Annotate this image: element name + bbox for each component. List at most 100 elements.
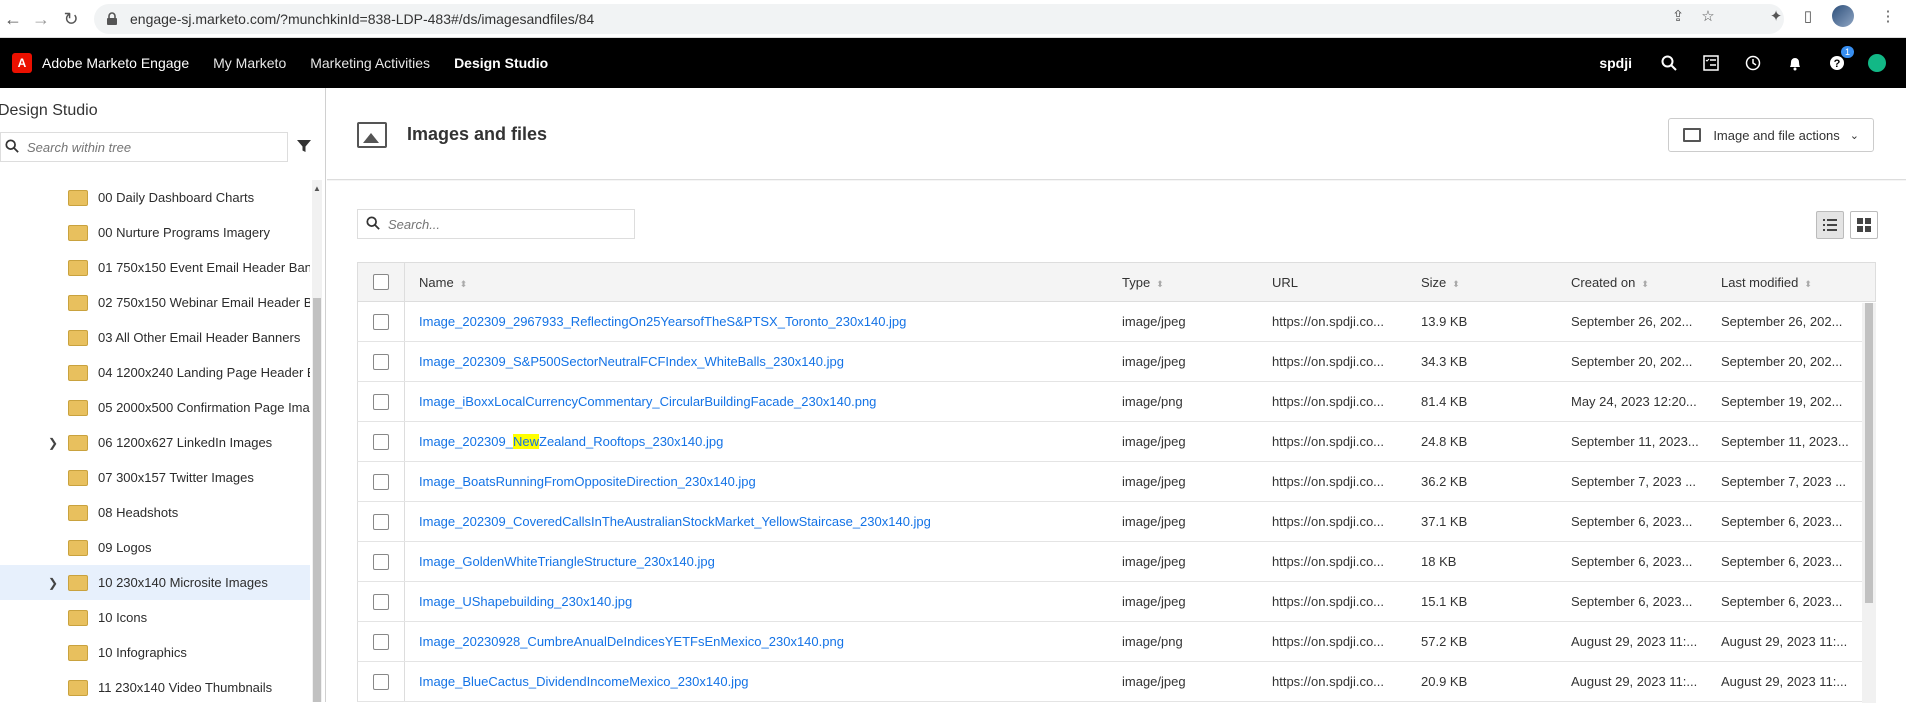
tree-folder-item[interactable]: 02 750x150 Webinar Email Header Ba: [0, 285, 310, 320]
row-checkbox[interactable]: [373, 393, 389, 410]
tree-folder-item[interactable]: 04 1200x240 Landing Page Header Ba: [0, 355, 310, 390]
col-type-header[interactable]: Type ⬍: [1122, 275, 1232, 290]
row-checkbox[interactable]: [373, 313, 389, 330]
row-checkbox[interactable]: [373, 513, 389, 530]
nav-design-studio[interactable]: Design Studio: [454, 55, 548, 71]
table-scroll-thumb[interactable]: [1865, 303, 1873, 603]
bell-icon[interactable]: [1784, 52, 1806, 74]
table-row[interactable]: Image_202309_S&P500SectorNeutralFCFIndex…: [357, 342, 1876, 382]
sidepanel-icon[interactable]: ▯: [1798, 6, 1818, 26]
tree-folder-item[interactable]: ❯ 06 1200x627 LinkedIn Images: [0, 425, 310, 460]
table-row[interactable]: Image_20230928_CumbreAnualDeIndicesYETFs…: [357, 622, 1876, 662]
table-row[interactable]: Image_202309_CoveredCallsInTheAustralian…: [357, 502, 1876, 542]
forward-icon[interactable]: →: [28, 6, 54, 32]
row-checkbox[interactable]: [373, 633, 389, 650]
table-row[interactable]: Image_iBoxxLocalCurrencyCommentary_Circu…: [357, 382, 1876, 422]
tree-folder-item[interactable]: 08 Headshots: [0, 495, 310, 530]
file-name-link[interactable]: Image_202309_2967933_ReflectingOn25Years…: [419, 314, 1109, 329]
reload-icon[interactable]: ↻: [58, 6, 84, 32]
row-checkbox[interactable]: [373, 593, 389, 610]
tree-folder-item[interactable]: ❯ 10 230x140 Microsite Images: [0, 565, 310, 600]
tree-folder-item[interactable]: 03 All Other Email Header Banners: [0, 320, 310, 355]
list-view-icon[interactable]: [1816, 211, 1844, 239]
extensions-icon[interactable]: ✦: [1766, 6, 1786, 26]
grid-view-icon[interactable]: [1850, 211, 1878, 239]
modified-date: September 11, 2023...: [1721, 434, 1849, 449]
star-icon[interactable]: ☆: [1698, 6, 1718, 26]
scroll-up-arrow-icon[interactable]: ▲: [313, 184, 321, 193]
col-name-header[interactable]: Name ⬍: [419, 275, 1109, 290]
file-name-link[interactable]: Image_iBoxxLocalCurrencyCommentary_Circu…: [419, 394, 1109, 409]
col-modified-header[interactable]: Last modified ⬍: [1721, 275, 1861, 290]
col-created-header[interactable]: Created on ⬍: [1571, 275, 1711, 290]
column-divider: [404, 502, 405, 541]
table-row[interactable]: Image_UShapebuilding_230x140.jpg image/jp…: [357, 582, 1876, 622]
nav-marketing-activities[interactable]: Marketing Activities: [310, 55, 430, 71]
table-row[interactable]: Image_202309_2967933_ReflectingOn25Years…: [357, 302, 1876, 342]
table-row[interactable]: Image_GoldenWhiteTriangleStructure_230x1…: [357, 542, 1876, 582]
tree-search-input[interactable]: [27, 139, 277, 155]
row-checkbox[interactable]: [373, 353, 389, 370]
table-scrollbar[interactable]: [1862, 303, 1876, 703]
col-size-header[interactable]: Size ⬍: [1421, 275, 1531, 290]
row-checkbox[interactable]: [373, 553, 389, 570]
nav-my-marketo[interactable]: My Marketo: [213, 55, 286, 71]
folder-icon: [68, 259, 88, 276]
tree-folder-item[interactable]: 01 750x150 Event Email Header Banne: [0, 250, 310, 285]
status-indicator-icon[interactable]: [1868, 54, 1886, 72]
tree-folder-item[interactable]: 07 300x157 Twitter Images: [0, 460, 310, 495]
file-search-input[interactable]: [388, 216, 618, 232]
folder-icon: [68, 434, 88, 451]
file-name-link[interactable]: Image_BoatsRunningFromOppositeDirection_…: [419, 474, 1109, 489]
chevron-right-icon[interactable]: ❯: [48, 436, 58, 450]
help-icon[interactable]: ? 1: [1826, 46, 1854, 74]
table-row[interactable]: Image_BlueCactus_DividendIncomeMexico_23…: [357, 662, 1876, 702]
row-checkbox[interactable]: [373, 673, 389, 690]
tree-folder-item[interactable]: 11 230x140 Video Thumbnails: [0, 670, 310, 702]
table-row[interactable]: Image_BoatsRunningFromOppositeDirection_…: [357, 462, 1876, 502]
tree-folder-item[interactable]: 05 2000x500 Confirmation Page Imag: [0, 390, 310, 425]
file-name-link[interactable]: Image_BlueCactus_DividendIncomeMexico_23…: [419, 674, 1109, 689]
profile-avatar[interactable]: [1832, 5, 1854, 27]
tree-folder-item[interactable]: 10 Infographics: [0, 635, 310, 670]
file-name-link[interactable]: Image_202309_CoveredCallsInTheAustralian…: [419, 514, 1109, 529]
file-name-link[interactable]: Image_UShapebuilding_230x140.jpg: [419, 594, 1109, 609]
filter-icon[interactable]: [296, 138, 312, 159]
tree-folder-label: 10 Icons: [98, 610, 148, 625]
brand[interactable]: A Adobe Marketo Engage: [12, 53, 189, 73]
app-top-nav: A Adobe Marketo Engage My Marketo Market…: [0, 38, 1906, 88]
chevron-right-icon[interactable]: ❯: [48, 576, 58, 590]
column-divider: [404, 622, 405, 661]
file-name-link[interactable]: Image_GoldenWhiteTriangleStructure_230x1…: [419, 554, 1109, 569]
tree-scrollbar[interactable]: [312, 180, 322, 702]
select-all-checkbox[interactable]: [373, 274, 389, 290]
image-file-actions-button[interactable]: Image and file actions ⌄: [1668, 118, 1874, 152]
file-name-link[interactable]: Image_202309_S&P500SectorNeutralFCFIndex…: [419, 354, 1109, 369]
checklist-icon[interactable]: [1700, 52, 1722, 74]
file-url: https://on.spdji.co...: [1272, 474, 1385, 489]
share-icon[interactable]: ⇪: [1668, 6, 1688, 26]
table-row[interactable]: Image_202309_NewZealand_Rooftops_230x140…: [357, 422, 1876, 462]
tree-folder-label: 02 750x150 Webinar Email Header Ba: [98, 295, 310, 310]
history-icon[interactable]: [1742, 52, 1764, 74]
row-checkbox[interactable]: [373, 433, 389, 450]
file-url: https://on.spdji.co...: [1272, 554, 1385, 569]
row-checkbox[interactable]: [373, 473, 389, 490]
back-icon[interactable]: ←: [0, 6, 26, 32]
column-divider: [404, 382, 405, 421]
address-bar[interactable]: engage-sj.marketo.com/?munchkinId=838-LD…: [94, 4, 1784, 34]
menu-dots-icon[interactable]: ⋮: [1878, 6, 1898, 26]
tree-scroll-thumb[interactable]: [313, 298, 321, 702]
file-name-link[interactable]: Image_202309_NewZealand_Rooftops_230x140…: [419, 434, 1109, 449]
file-name-link[interactable]: Image_20230928_CumbreAnualDeIndicesYETFs…: [419, 634, 1109, 649]
column-divider: [404, 662, 405, 701]
tree-folder-item[interactable]: 10 Icons: [0, 600, 310, 635]
tree-folder-item[interactable]: 00 Nurture Programs Imagery: [0, 215, 310, 250]
user-menu[interactable]: spdji: [1599, 55, 1632, 71]
col-modified-label: Last modified: [1721, 274, 1799, 290]
column-divider: [404, 422, 405, 461]
search-icon[interactable]: [1658, 52, 1680, 74]
col-url-header: URL: [1272, 275, 1402, 290]
tree-folder-item[interactable]: 00 Daily Dashboard Charts: [0, 180, 310, 215]
tree-folder-item[interactable]: 09 Logos: [0, 530, 310, 565]
